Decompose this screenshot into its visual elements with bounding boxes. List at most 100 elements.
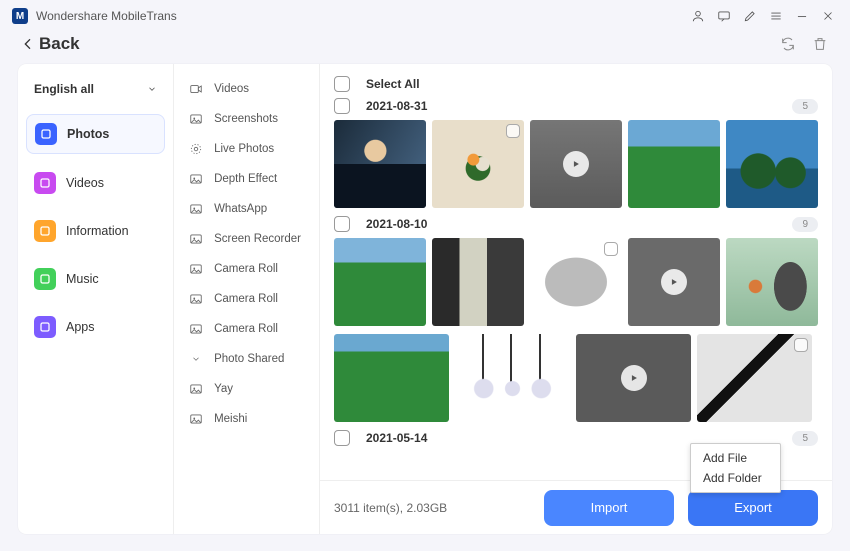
photo-grid: Select All 2021-08-31 5 2021-08-10 9: [320, 64, 832, 480]
close-button[interactable]: [818, 6, 838, 26]
image-icon: [188, 231, 204, 247]
chat-icon[interactable]: [714, 6, 734, 26]
section-checkbox[interactable]: [334, 98, 350, 114]
import-button[interactable]: Import: [544, 490, 674, 526]
language-label: English all: [34, 82, 94, 96]
subnav-item[interactable]: Meishi: [174, 404, 319, 434]
import-label: Import: [591, 500, 628, 515]
video-thumbnail[interactable]: [628, 238, 720, 326]
photo-thumbnail[interactable]: [628, 120, 720, 208]
refresh-button[interactable]: [778, 34, 798, 54]
image-icon: [188, 201, 204, 217]
subnav-item[interactable]: Camera Roll: [174, 314, 319, 344]
sidebar-item-label: Information: [66, 224, 129, 238]
sidebar-item-label: Photos: [67, 127, 109, 141]
video-thumbnail[interactable]: [576, 334, 691, 422]
category-icon: [34, 268, 56, 290]
subnav-label: WhatsApp: [214, 203, 267, 215]
content-area: Select All 2021-08-31 5 2021-08-10 9: [320, 64, 832, 534]
subnav-item[interactable]: Camera Roll: [174, 254, 319, 284]
image-icon: [188, 321, 204, 337]
sidebar-item-apps[interactable]: Apps: [26, 308, 165, 346]
photo-thumbnail[interactable]: [334, 334, 449, 422]
live-photo-icon: [188, 141, 204, 157]
thumbnail-checkbox[interactable]: [604, 242, 618, 256]
add-folder-item[interactable]: Add Folder: [691, 468, 780, 488]
minimize-button[interactable]: [792, 6, 812, 26]
subnav-label: Live Photos: [214, 143, 274, 155]
photo-thumbnail[interactable]: [432, 238, 524, 326]
sidebar-item-music[interactable]: Music: [26, 260, 165, 298]
image-icon: [188, 261, 204, 277]
section-checkbox[interactable]: [334, 216, 350, 232]
menu-icon[interactable]: [766, 6, 786, 26]
export-button[interactable]: Export: [688, 490, 818, 526]
photo-thumbnail[interactable]: [455, 334, 570, 422]
account-icon[interactable]: [688, 6, 708, 26]
image-icon: [188, 291, 204, 307]
subnav-label: Screenshots: [214, 113, 278, 125]
section-checkbox[interactable]: [334, 430, 350, 446]
thumbnail-row: [334, 238, 818, 326]
subnav-label: Yay: [214, 383, 233, 395]
section-date: 2021-08-10: [366, 217, 792, 231]
subnav-item[interactable]: Screenshots: [174, 104, 319, 134]
subnav-label: Depth Effect: [214, 173, 277, 185]
add-menu: Add File Add Folder: [690, 443, 781, 493]
category-icon: [34, 316, 56, 338]
thumbnail-row: [334, 120, 818, 208]
subnav-label: Photo Shared: [214, 353, 284, 365]
subnav-item[interactable]: Yay: [174, 374, 319, 404]
subnav-item[interactable]: Videos: [174, 74, 319, 104]
subnav-item[interactable]: Camera Roll: [174, 284, 319, 314]
photo-thumbnail[interactable]: [697, 334, 812, 422]
sidebar-item-label: Apps: [66, 320, 95, 334]
photo-thumbnail[interactable]: [334, 238, 426, 326]
subnav-item[interactable]: Depth Effect: [174, 164, 319, 194]
subnav-label: Videos: [214, 83, 249, 95]
main-panel: English all Photos Videos Information Music…: [18, 64, 832, 534]
sidebar-item-label: Videos: [66, 176, 104, 190]
chevron-left-icon: [20, 36, 36, 52]
subnav-label: Screen Recorder: [214, 233, 301, 245]
subnav-item[interactable]: Screen Recorder: [174, 224, 319, 254]
photo-thumbnail[interactable]: [432, 120, 524, 208]
status-text: 3011 item(s), 2.03GB: [334, 501, 530, 515]
delete-button[interactable]: [810, 34, 830, 54]
subnav-item[interactable]: WhatsApp: [174, 194, 319, 224]
image-icon: [188, 411, 204, 427]
play-icon: [628, 238, 720, 326]
category-icon: [34, 220, 56, 242]
section-count: 5: [792, 99, 818, 114]
add-file-item[interactable]: Add File: [691, 448, 780, 468]
sidebar-item-label: Music: [66, 272, 99, 286]
subnav-label: Camera Roll: [214, 323, 278, 335]
category-sidebar: English all Photos Videos Information Music…: [18, 64, 174, 534]
back-row: Back: [0, 28, 850, 64]
photo-thumbnail[interactable]: [334, 120, 426, 208]
language-selector[interactable]: English all: [26, 76, 165, 102]
select-all-label: Select All: [366, 77, 818, 91]
subnav-item[interactable]: Photo Shared: [174, 344, 319, 374]
photo-thumbnail[interactable]: [726, 238, 818, 326]
app-title: Wondershare MobileTrans: [36, 9, 682, 23]
select-all-row: Select All: [334, 76, 818, 92]
photo-thumbnail[interactable]: [530, 238, 622, 326]
play-icon: [530, 120, 622, 208]
sidebar-item-videos[interactable]: Videos: [26, 164, 165, 202]
sidebar-item-photos[interactable]: Photos: [26, 114, 165, 154]
thumbnail-checkbox[interactable]: [506, 124, 520, 138]
section-date: 2021-08-31: [366, 99, 792, 113]
edit-icon[interactable]: [740, 6, 760, 26]
sidebar-item-information[interactable]: Information: [26, 212, 165, 250]
video-thumbnail[interactable]: [530, 120, 622, 208]
image-icon: [188, 111, 204, 127]
subnav-item[interactable]: Live Photos: [174, 134, 319, 164]
category-icon: [35, 123, 57, 145]
thumbnail-checkbox[interactable]: [794, 338, 808, 352]
image-icon: [188, 171, 204, 187]
back-button[interactable]: Back: [20, 34, 80, 54]
photo-thumbnail[interactable]: [726, 120, 818, 208]
subnav-label: Meishi: [214, 413, 247, 425]
select-all-checkbox[interactable]: [334, 76, 350, 92]
